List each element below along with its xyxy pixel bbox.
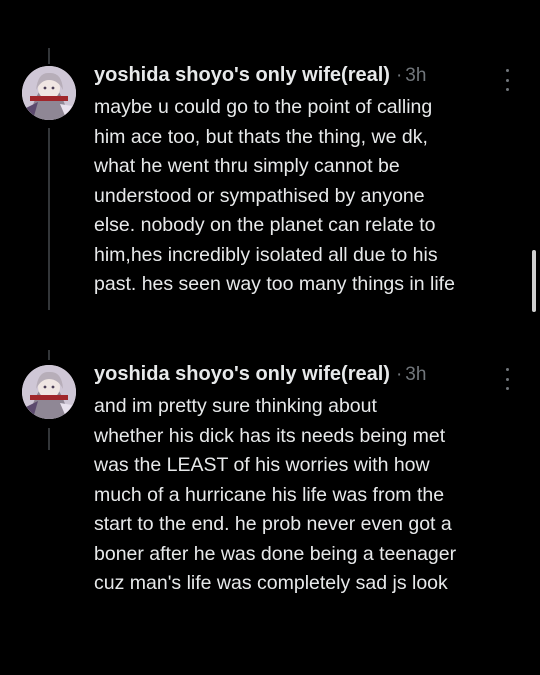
avatar[interactable] xyxy=(22,66,76,120)
avatar-image xyxy=(22,365,76,419)
author-name[interactable]: yoshida shoyo's only wife(real) xyxy=(94,363,390,386)
thread-line-post-2-lower xyxy=(48,428,50,450)
avatar[interactable] xyxy=(22,365,76,419)
separator-dot: · xyxy=(395,65,403,86)
scrollbar[interactable] xyxy=(532,250,536,312)
separator-dot: · xyxy=(395,364,403,385)
thread-line-top xyxy=(48,48,50,64)
more-vertical-icon xyxy=(505,69,509,72)
timestamp[interactable]: 3h xyxy=(405,364,426,386)
post-header: yoshida shoyo's only wife(real) · 3h xyxy=(94,64,426,90)
thread-line-post-2 xyxy=(48,350,50,360)
timestamp[interactable]: 3h xyxy=(405,65,426,87)
more-options-button[interactable] xyxy=(500,69,514,91)
more-options-button[interactable] xyxy=(500,368,514,390)
author-name[interactable]: yoshida shoyo's only wife(real) xyxy=(94,64,390,87)
post-text: maybe u could go to the point of calling… xyxy=(94,96,455,295)
thread-line-post-1 xyxy=(48,128,50,310)
more-vertical-icon xyxy=(505,368,509,371)
avatar-image xyxy=(22,66,76,120)
post-header: yoshida shoyo's only wife(real) · 3h xyxy=(94,363,426,389)
post-text: and im pretty sure thinking about whethe… xyxy=(94,395,457,594)
